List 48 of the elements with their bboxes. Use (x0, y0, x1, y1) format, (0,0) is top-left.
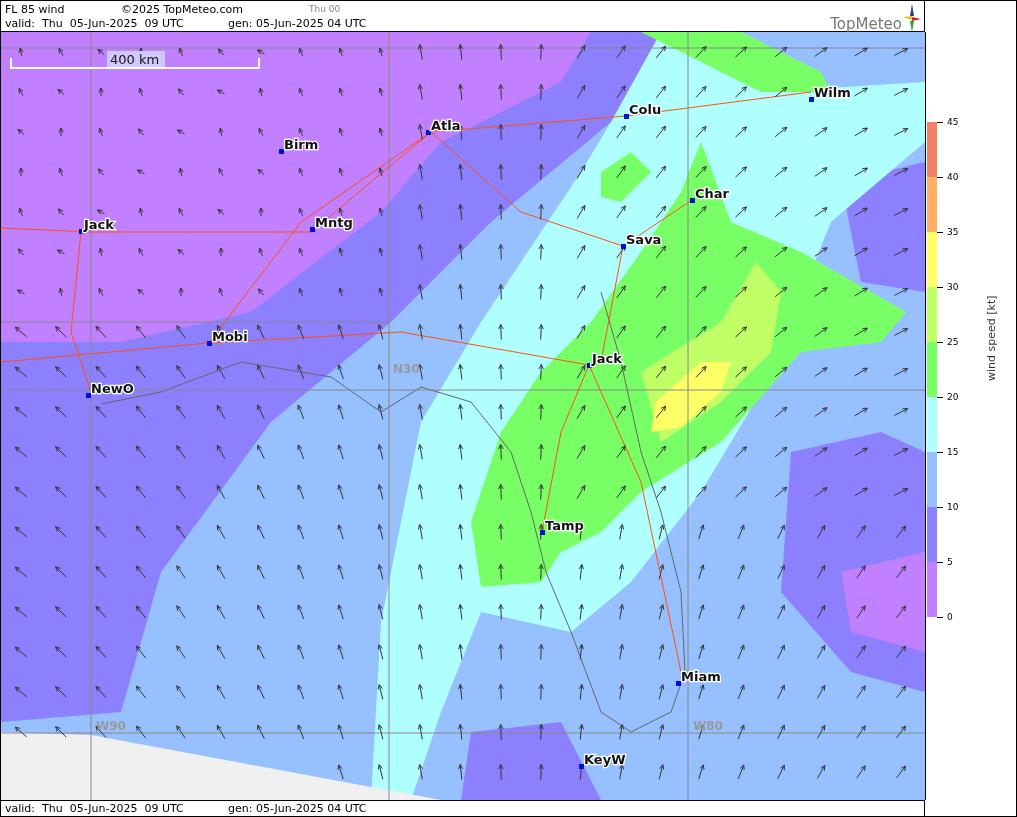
city-label: Mobi (212, 329, 248, 344)
city-marker-icon (426, 130, 431, 135)
city-label: NewO (91, 381, 134, 396)
scale-tick-label: 10 (937, 501, 959, 513)
generated-time: gen: 05-Jun-2025 04 UTC (228, 16, 367, 30)
legend-title: wind speed [kt] (985, 295, 998, 381)
valid-time: valid: Thu 05-Jun-2025 09 UTC (5, 802, 185, 815)
city-marker-icon (79, 229, 84, 234)
city-marker-icon (676, 681, 681, 686)
city-marker-icon (86, 393, 91, 398)
scale-tick-label: 15 (937, 446, 959, 458)
scale-tick-label: 25 (937, 336, 959, 348)
city-marker-icon (587, 363, 592, 368)
compass-star-icon (903, 4, 921, 32)
city-label: KeyW (584, 752, 626, 767)
city-label: Wilm (814, 85, 851, 100)
city-label: Jack (592, 351, 622, 366)
copyright-text: ©2025 TopMeteo.com (121, 2, 244, 16)
grid-label: W80 (693, 719, 723, 733)
logo-text: TopMeteo (830, 17, 902, 32)
run-label: Thu 00 (309, 4, 341, 14)
city-marker-icon (310, 227, 315, 232)
scale-tick-label: 20 (937, 391, 959, 403)
scale-tick-label: 0 (937, 611, 953, 623)
city-label: Colu (629, 102, 662, 117)
scale-tick-label: 5 (937, 556, 953, 568)
scale-label: 400 km (110, 52, 160, 67)
city-marker-icon (690, 198, 695, 203)
scale-tick-label: 40 (937, 171, 959, 183)
generated-time: gen: 05-Jun-2025 04 UTC (228, 802, 367, 815)
scale-tick-label: 30 (937, 281, 959, 293)
map-title: FL 85 wind (5, 2, 66, 16)
city-marker-icon (621, 244, 626, 249)
city-marker-icon (540, 530, 545, 535)
grid-label: N30 (393, 362, 420, 376)
city-label: Jack (84, 217, 114, 232)
city-label: Tamp (545, 518, 584, 533)
city-marker-icon (279, 149, 284, 154)
city-label: Birm (284, 137, 319, 152)
valid-time: valid: Thu 05-Jun-2025 09 UTC (5, 16, 185, 30)
city-label: Miam (681, 669, 721, 684)
city-marker-icon (624, 114, 629, 119)
scale-tick-label: 45 (937, 116, 959, 128)
city-label: Atla (431, 118, 461, 133)
city-marker-icon (809, 97, 814, 102)
scale-tick-label: 35 (937, 226, 959, 238)
grid-label: W90 (96, 719, 126, 733)
city-marker-icon (579, 764, 584, 769)
